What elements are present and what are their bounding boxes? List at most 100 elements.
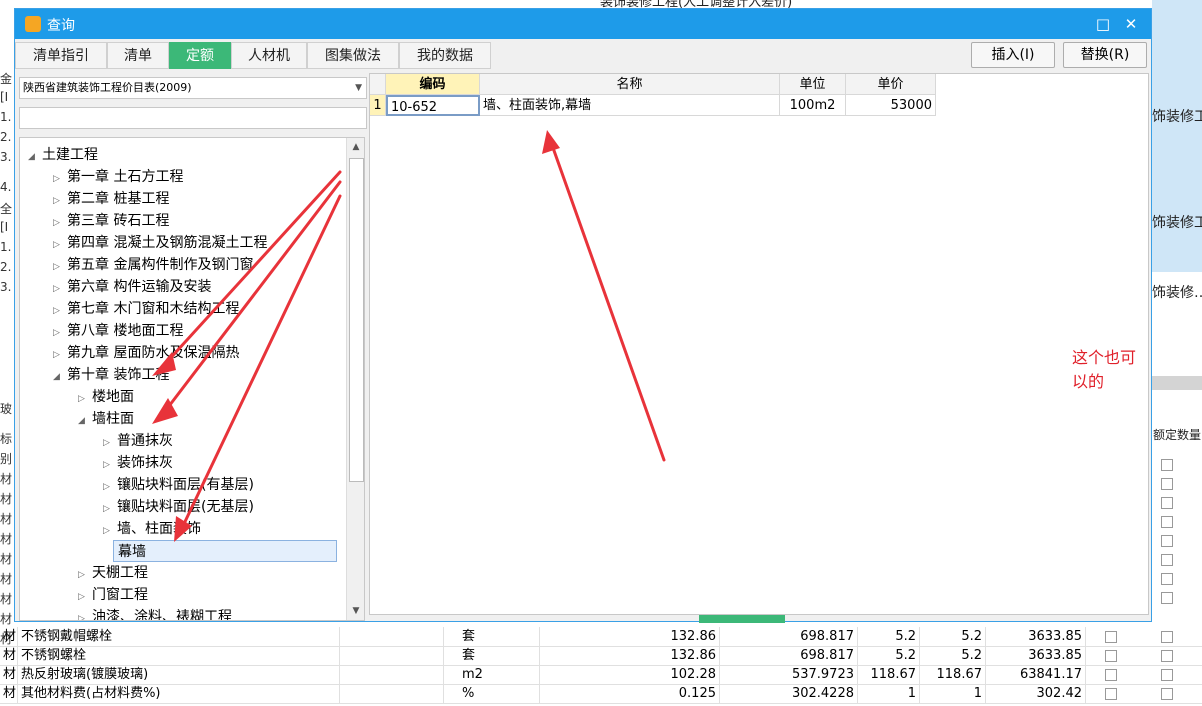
table-cell-empty[interactable] [340, 665, 444, 684]
row-checkbox[interactable] [1161, 497, 1173, 509]
expand-arrow-icon[interactable]: ▷ [53, 278, 67, 300]
table-cell-v3[interactable]: 5.2 [858, 646, 920, 665]
table-cell-empty[interactable] [340, 684, 444, 703]
tab-my-data[interactable]: 我的数据 [399, 42, 491, 69]
table-cell-v4[interactable]: 5.2 [920, 646, 986, 665]
replace-button[interactable]: 替换(R) [1063, 42, 1147, 68]
insert-button[interactable]: 插入(I) [971, 42, 1055, 68]
tree-item[interactable]: ▷ 天棚工程 [78, 562, 148, 584]
table-cell-empty[interactable] [340, 627, 444, 646]
scroll-thumb[interactable] [349, 158, 364, 482]
table-cell-v5[interactable]: 63841.17 [986, 665, 1086, 684]
expand-arrow-icon[interactable]: ▷ [53, 168, 67, 190]
table-cell-v2[interactable]: 302.4228 [720, 684, 858, 703]
tree-item[interactable]: ◢ 土建工程 [28, 144, 98, 166]
grid-header-name[interactable]: 名称 [480, 74, 780, 95]
table-cell-v1[interactable]: 132.86 [540, 646, 720, 665]
table-cell-v2[interactable]: 537.9723 [720, 665, 858, 684]
tab-list-guide[interactable]: 清单指引 [15, 42, 107, 69]
table-cell-v5[interactable]: 3633.85 [986, 646, 1086, 665]
table-cell-v4[interactable]: 118.67 [920, 665, 986, 684]
table-row[interactable]: 材不锈钢螺栓套 132.86 698.817 5.2 5.2 3633.85 [0, 646, 1202, 666]
tree-item[interactable]: ▷ 第一章 土石方工程 [53, 166, 183, 188]
row-checkbox[interactable] [1161, 459, 1173, 471]
tree-item[interactable]: ▷ 普通抹灰 [103, 430, 173, 452]
tab-quota[interactable]: 定额 [169, 42, 231, 69]
table-cell-type[interactable]: 材 [0, 646, 18, 665]
expand-arrow-icon[interactable]: ▷ [103, 520, 117, 542]
tree-item[interactable]: ▷ 门窗工程 [78, 584, 148, 606]
grid-cell-unit[interactable]: 100m2 [780, 95, 846, 116]
tree-item[interactable]: ▷ 装饰抹灰 [103, 452, 173, 474]
tree-item[interactable]: ▷ 油漆、涂料、裱糊工程 [78, 606, 232, 620]
expand-arrow-icon[interactable]: ◢ [78, 410, 92, 432]
table-cell-v5[interactable]: 302.42 [986, 684, 1086, 703]
table-cell-v3[interactable]: 5.2 [858, 627, 920, 646]
expand-arrow-icon[interactable]: ◢ [53, 366, 67, 388]
table-cell-v3[interactable]: 118.67 [858, 665, 920, 684]
tree-item[interactable]: ▷ 第二章 桩基工程 [53, 188, 169, 210]
tree-item[interactable]: ▷ 第六章 构件运输及安装 [53, 276, 211, 298]
expand-arrow-icon[interactable]: ▷ [103, 498, 117, 520]
tree-item[interactable]: ▷ 第四章 混凝土及钢筋混凝土工程 [53, 232, 267, 254]
row-checkbox[interactable] [1105, 631, 1117, 643]
table-cell-name[interactable]: 其他材料费(占材料费%) [18, 684, 340, 703]
tree-item[interactable]: ◢ 第十章 装饰工程 [53, 364, 169, 386]
panel-splitter-handle[interactable] [699, 615, 785, 623]
table-cell-v5[interactable]: 3633.85 [986, 627, 1086, 646]
tab-list[interactable]: 清单 [107, 42, 169, 69]
expand-arrow-icon[interactable]: ▷ [53, 190, 67, 212]
table-row[interactable]: 材其他材料费(占材料费%)% 0.125 302.4228 1 1 302.42 [0, 684, 1202, 704]
table-cell-v4[interactable]: 1 [920, 684, 986, 703]
row-checkbox[interactable] [1161, 688, 1173, 700]
row-checkbox[interactable] [1161, 516, 1173, 528]
grid-header-code[interactable]: 编码 [386, 74, 480, 95]
grid-cell-name[interactable]: 墙、柱面装饰,幕墙 [480, 95, 780, 116]
table-row[interactable]: 材不锈钢戴帽螺栓套 132.86 698.817 5.2 5.2 3633.85 [0, 627, 1202, 647]
expand-arrow-icon[interactable]: ▷ [53, 212, 67, 234]
tree-item[interactable]: ▷ 第七章 木门窗和木结构工程 [53, 298, 239, 320]
row-checkbox[interactable] [1161, 573, 1173, 585]
grid-cell-code[interactable]: 10-652 [386, 95, 480, 116]
expand-arrow-icon[interactable]: ▷ [53, 300, 67, 322]
expand-arrow-icon[interactable]: ▷ [103, 432, 117, 454]
tree-item[interactable]: ◢ 墙柱面 [78, 408, 134, 430]
table-cell-empty[interactable] [340, 646, 444, 665]
row-checkbox[interactable] [1161, 554, 1173, 566]
expand-arrow-icon[interactable]: ▷ [103, 454, 117, 476]
expand-arrow-icon[interactable]: ▷ [53, 256, 67, 278]
table-cell-v3[interactable]: 1 [858, 684, 920, 703]
table-cell-name[interactable]: 不锈钢螺栓 [18, 646, 340, 665]
table-cell-type[interactable]: 材 [0, 627, 18, 646]
expand-arrow-icon[interactable]: ▷ [103, 476, 117, 498]
tree-item[interactable]: ▷ 镶贴块料面层(有基层) [103, 474, 254, 496]
tab-atlas-method[interactable]: 图集做法 [307, 42, 399, 69]
table-cell-v1[interactable]: 102.28 [540, 665, 720, 684]
tree-item[interactable]: ▷ 第五章 金属构件制作及钢门窗 [53, 254, 253, 276]
expand-arrow-icon[interactable]: ▷ [53, 234, 67, 256]
tree-scrollbar[interactable]: ▲ ▼ [346, 138, 364, 620]
grid-cell-price[interactable]: 53000 [846, 95, 936, 116]
row-checkbox[interactable] [1161, 650, 1173, 662]
table-cell-v1[interactable]: 0.125 [540, 684, 720, 703]
table-cell-unit[interactable]: 套 [444, 646, 540, 665]
expand-arrow-icon[interactable]: ▷ [78, 608, 92, 620]
tree-item[interactable]: ▷ 镶贴块料面层(无基层) [103, 496, 254, 518]
library-select[interactable]: 陕西省建筑装饰工程价目表(2009) ▼ [19, 77, 367, 99]
tree-item[interactable]: ▷ 墙、柱面装饰 [103, 518, 201, 540]
tree-item[interactable]: ▷ 第八章 楼地面工程 [53, 320, 183, 342]
table-cell-unit[interactable]: m2 [444, 665, 540, 684]
maximize-icon[interactable]: □ [1093, 14, 1113, 34]
scroll-down-icon[interactable]: ▼ [347, 602, 364, 620]
dialog-titlebar[interactable]: 查询 □ ✕ [15, 9, 1151, 39]
scroll-up-icon[interactable]: ▲ [347, 138, 364, 156]
row-checkbox[interactable] [1105, 669, 1117, 681]
grid-header-price[interactable]: 单价 [846, 74, 936, 95]
expand-arrow-icon[interactable]: ▷ [78, 586, 92, 608]
expand-arrow-icon[interactable]: ▷ [78, 388, 92, 410]
table-cell-type[interactable]: 材 [0, 665, 18, 684]
table-cell-unit[interactable]: 套 [444, 627, 540, 646]
expand-arrow-icon[interactable]: ▷ [53, 322, 67, 344]
search-input[interactable] [19, 107, 367, 129]
table-cell-v2[interactable]: 698.817 [720, 646, 858, 665]
